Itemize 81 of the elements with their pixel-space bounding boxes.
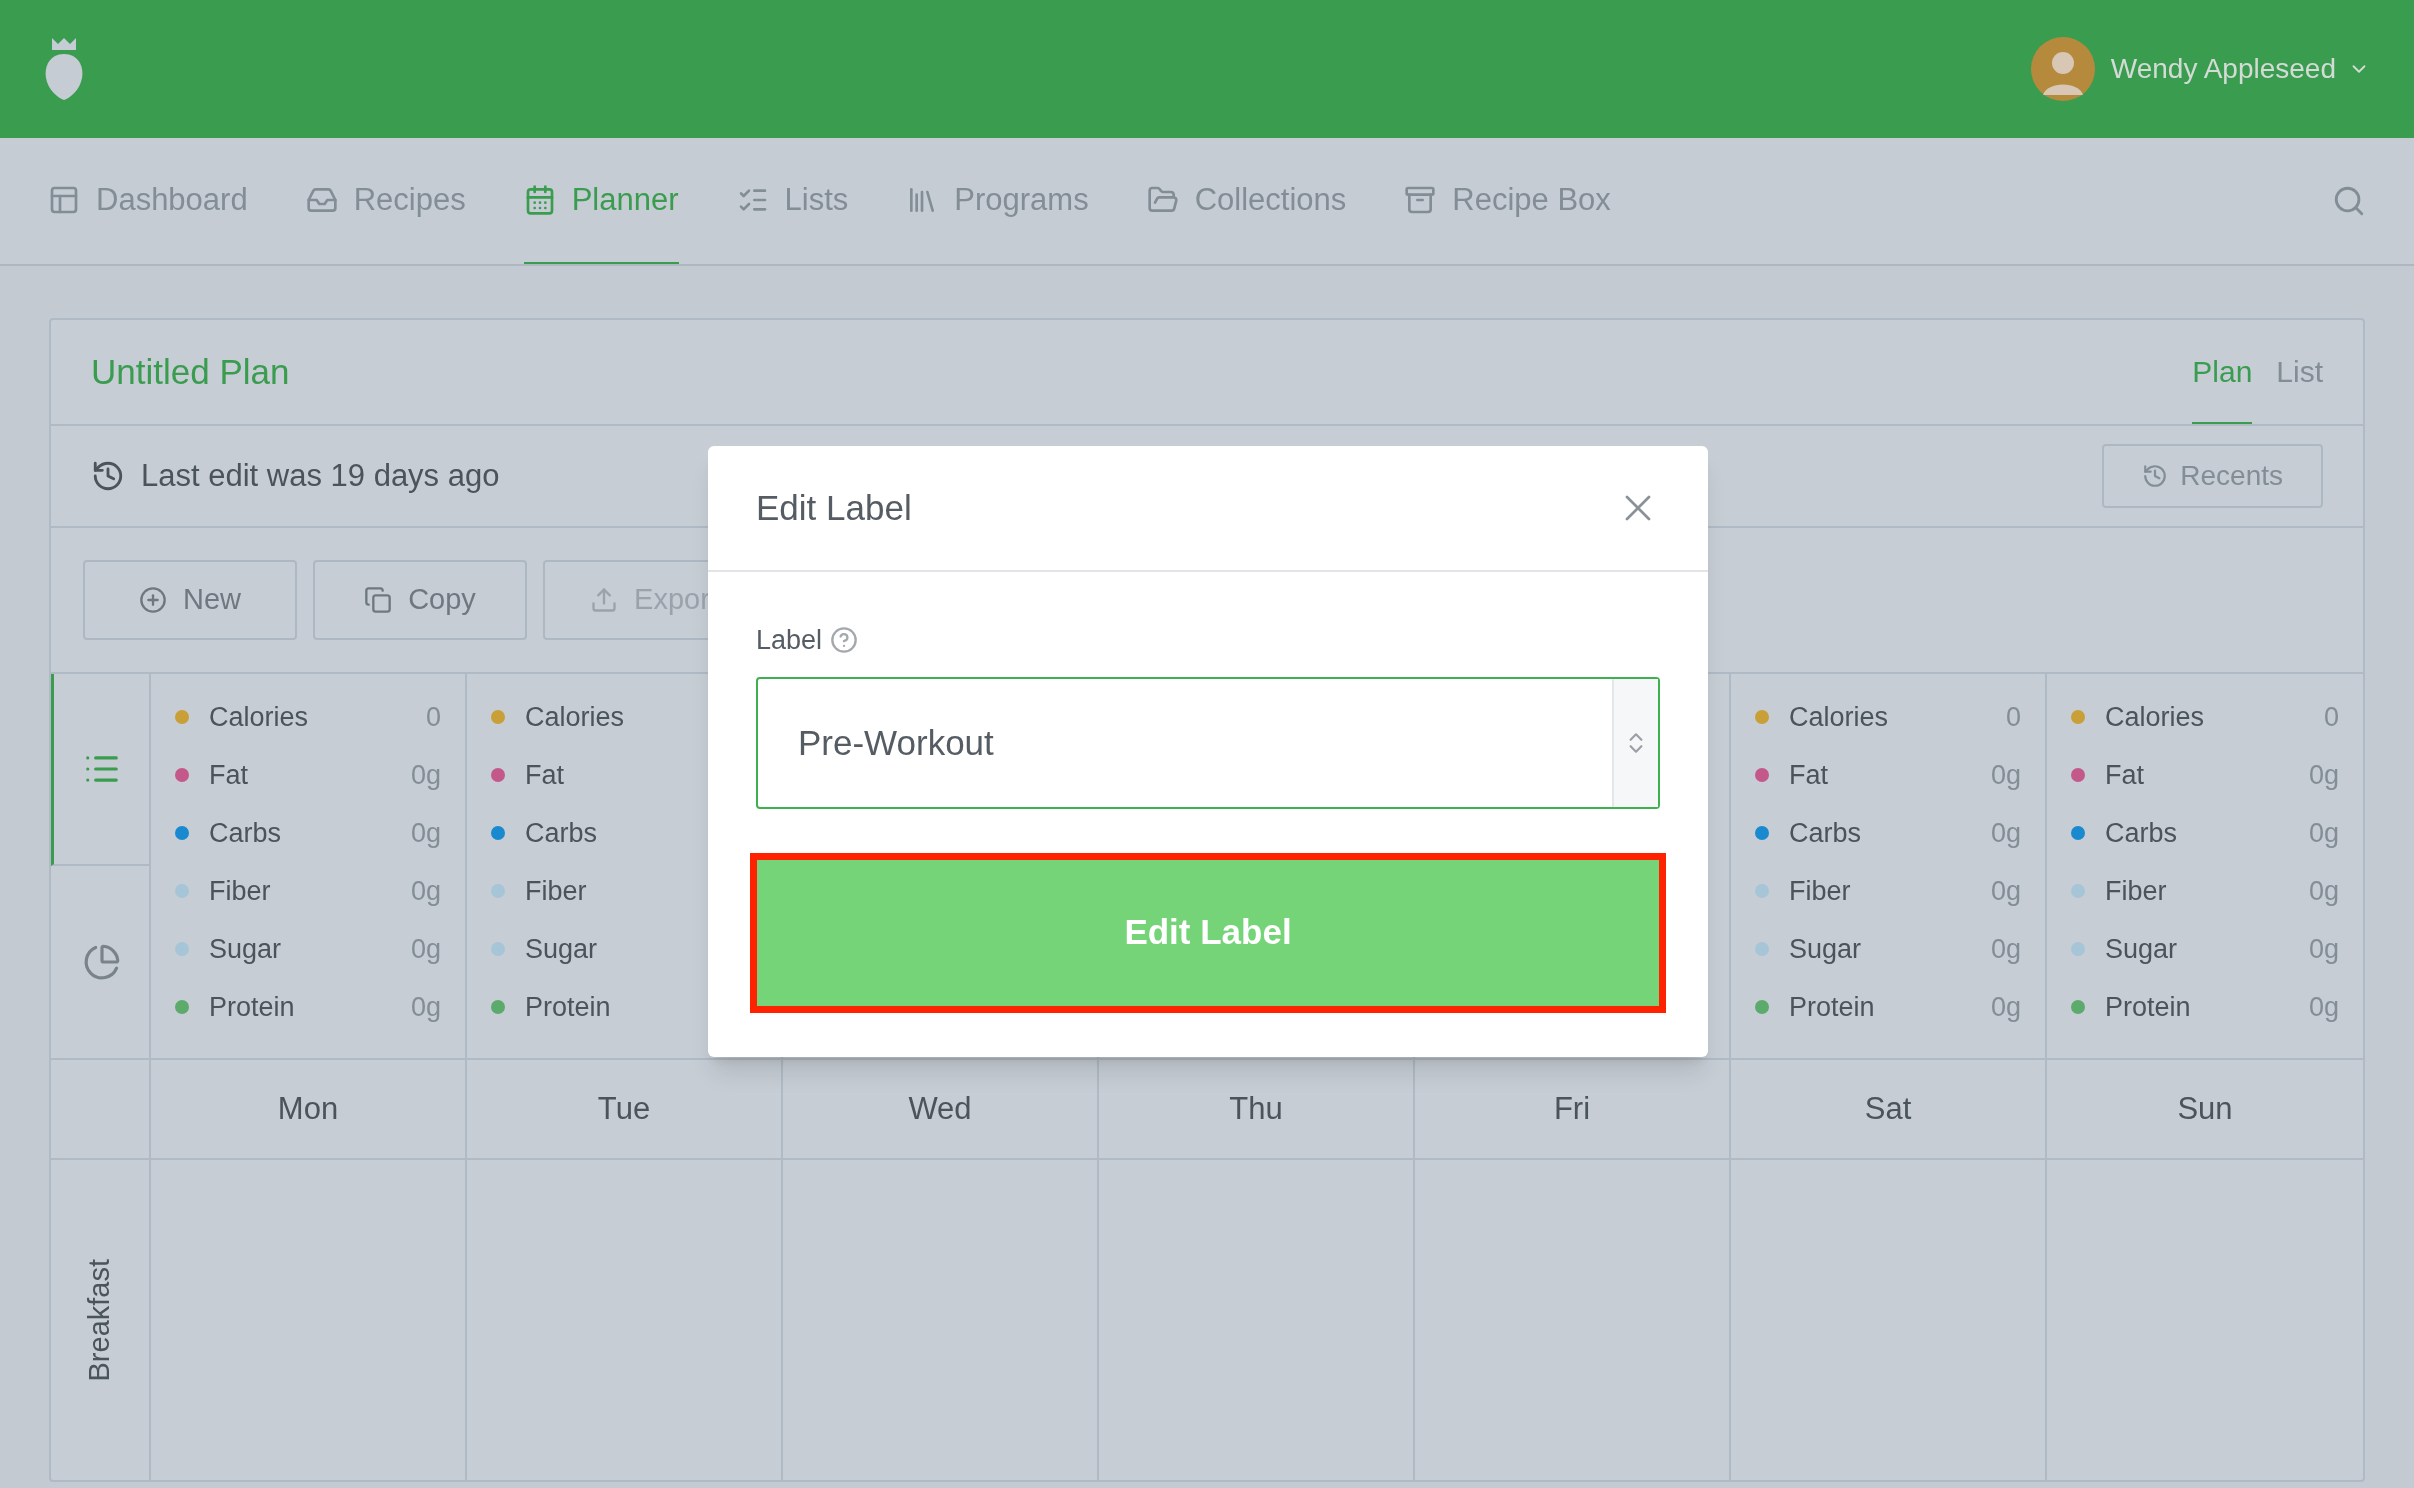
nutrient-value: 0g [410,816,441,850]
search-icon[interactable] [2332,184,2366,218]
nav-tab[interactable]: Recipes [305,138,466,264]
nutrient-value: 0g [1990,932,2021,966]
nutrient-value: 0 [2005,700,2021,734]
history-icon [91,459,125,493]
box-icon [1404,184,1437,216]
nutrient-name: Calories [1789,700,1889,734]
nutrient-name: Fiber [525,874,587,908]
day-header: Wed [908,1089,972,1128]
nutrient-value: 0g [1990,874,2021,908]
nutrient-name: Fat [209,758,248,792]
nutrient-name: Calories [2105,700,2205,734]
nutrient-name: Sugar [525,932,598,966]
nutrient-name: Carbs [525,816,598,850]
nutrient-name: Sugar [209,932,282,966]
history-icon [2142,463,2169,489]
nutrient-name: Carbs [2105,816,2178,850]
nav-tab[interactable]: Programs [906,138,1089,264]
nutrient-value: 0g [2308,758,2339,792]
day-header: Sun [2177,1089,2233,1128]
pie-icon [82,943,121,981]
nutrient-name: Protein [2105,990,2191,1024]
nutrient-name: Fat [2105,758,2144,792]
nutrient-value: 0g [1990,990,2021,1024]
nutrient-name: Carbs [209,816,282,850]
day-header: Mon [277,1089,339,1128]
field-label: Label [756,624,823,657]
nutrient-name: Calories [209,700,309,734]
nutrient-name: Fiber [209,874,271,908]
plan-title: Untitled Plan [91,350,290,393]
nav-tab[interactable]: Planner [523,138,679,264]
nutrient-name: Sugar [2105,932,2178,966]
logo-icon [44,36,84,102]
nutrient-value: 0g [2308,990,2339,1024]
nutrient-name: Fiber [1789,874,1851,908]
upload-icon [590,586,619,614]
nutrient-name: Protein [525,990,611,1024]
view-tab[interactable]: Plan [2192,320,2253,424]
plus-icon [139,586,167,614]
nutrient-value: 0g [2308,816,2339,850]
nutrient-value: 0g [410,758,441,792]
nutrient-name: Carbs [1789,816,1862,850]
nav-tab[interactable]: Collections [1146,138,1347,264]
nutrient-value: 0g [410,990,441,1024]
dashboard-icon [48,184,80,216]
day-header: Tue [597,1089,651,1128]
nutrient-name: Protein [209,990,295,1024]
nutrient-value: 0g [1990,816,2021,850]
nav-tab[interactable]: Dashboard [48,138,248,264]
last-edit-text: Last edit was 19 days ago [141,456,500,495]
nutrient-name: Fat [525,758,564,792]
action-button[interactable]: New [83,560,297,640]
view-tab[interactable]: List [2276,320,2323,424]
nutrient-name: Sugar [1789,932,1862,966]
view-toggle[interactable] [51,674,149,866]
nutrient-name: Protein [1789,990,1875,1024]
nutrient-value: 0g [2308,874,2339,908]
nutrient-value: 0 [425,700,441,734]
nav-tab[interactable]: Recipe Box [1404,138,1611,264]
nutrient-value: 0g [1990,758,2021,792]
help-icon[interactable] [830,626,859,655]
edit-label-button[interactable]: Edit Label [750,852,1666,1013]
meal-label: Breakfast [82,1258,117,1382]
nutrient-name: Fat [1789,758,1828,792]
nutrient-value: 0g [410,932,441,966]
nutrient-name: Fiber [2105,874,2167,908]
nutrient-name: Calories [525,700,625,734]
action-button[interactable]: Copy [313,560,527,640]
nutrient-value: 0 [2323,700,2339,734]
avatar-icon[interactable] [2030,37,2095,101]
nutrient-value: 0g [2308,932,2339,966]
recents-button[interactable]: Recents [2102,444,2323,508]
nutrient-value: 0g [410,874,441,908]
nav-tab[interactable]: Lists [736,138,849,264]
day-header: Fri [1553,1089,1591,1128]
dialog-title: Edit Label [756,486,912,529]
copy-icon [364,586,393,614]
day-header: Thu [1229,1089,1283,1128]
day-header: Sat [1864,1089,1912,1128]
user-menu[interactable]: Wendy Appleseed [2110,48,2370,90]
